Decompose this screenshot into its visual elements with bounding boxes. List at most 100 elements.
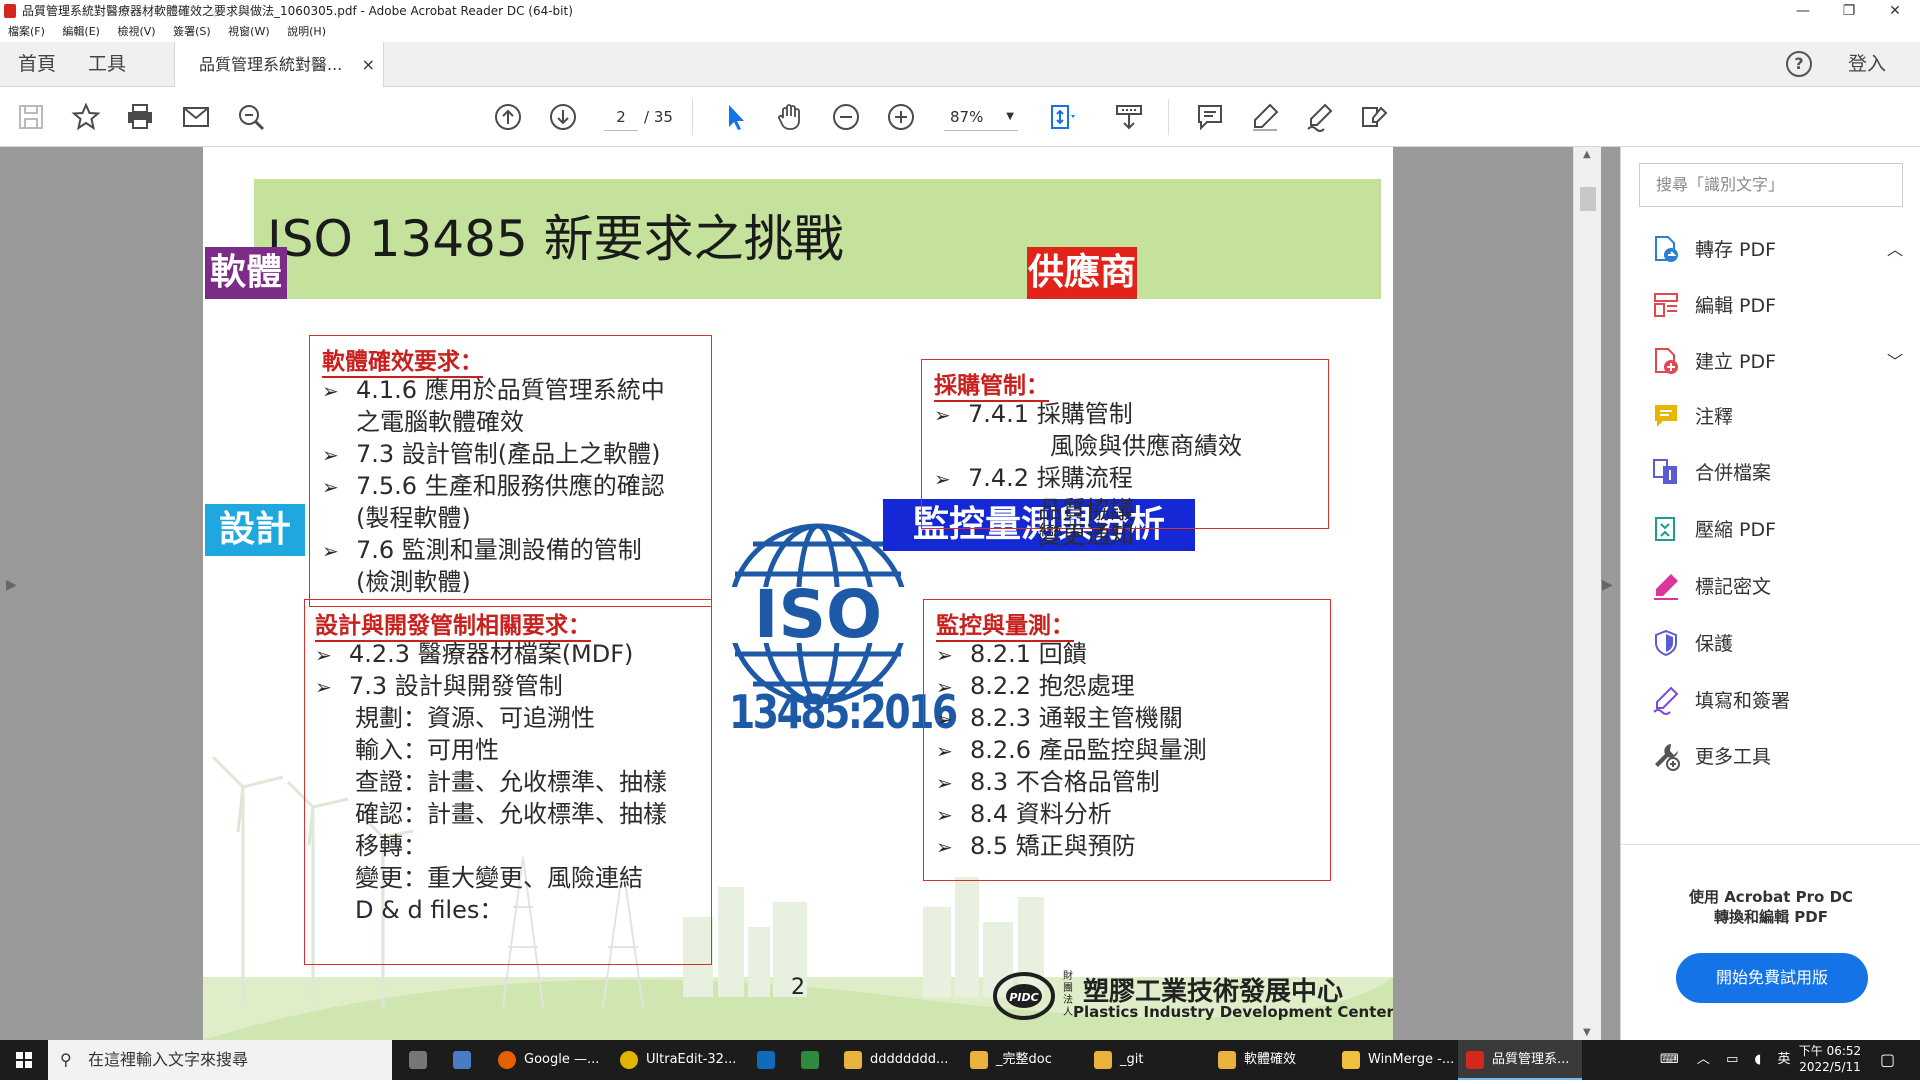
- zoom-level-select[interactable]: 87% ▼: [944, 103, 1018, 131]
- page-number-input[interactable]: 2: [604, 103, 638, 131]
- scroll-mode-icon[interactable]: [1109, 97, 1149, 137]
- taskbar-app-icon[interactable]: [444, 1040, 480, 1080]
- tool-comment[interactable]: 注釋: [1651, 397, 1911, 437]
- scroll-up-icon[interactable]: ▲: [1583, 149, 1591, 160]
- signin-link[interactable]: 登入: [1848, 42, 1886, 87]
- keyboard-icon[interactable]: ⌨: [1660, 1052, 1679, 1067]
- tool-search-input[interactable]: 搜尋「識別文字」: [1639, 163, 1903, 207]
- menu-sign[interactable]: 簽署(S): [173, 25, 211, 38]
- toolbar: 2 / 35 87% ▼: [0, 87, 1920, 147]
- tool-redact[interactable]: 標記密文: [1651, 567, 1911, 607]
- comment-icon[interactable]: [1190, 97, 1230, 137]
- tool-edit-pdf[interactable]: 編輯 PDF: [1651, 286, 1911, 326]
- taskbar-app-firefox[interactable]: Google —...: [490, 1040, 602, 1080]
- ime-indicator[interactable]: 英: [1778, 1052, 1791, 1067]
- tool-combine-files[interactable]: 合併檔案: [1651, 453, 1911, 493]
- slide-title: ISO 13485 新要求之挑戰: [267, 210, 844, 268]
- iso-logo: ISO: [723, 523, 913, 705]
- tool-more-tools[interactable]: 更多工具: [1651, 737, 1911, 777]
- list-item: ➢ 7.4.1 採購管制: [934, 398, 1133, 431]
- redact-tool-icon: [1654, 574, 1678, 600]
- collapse-right-panel-icon[interactable]: ▶: [1602, 577, 1613, 593]
- taskbar-app-folder[interactable]: dddddddd...: [836, 1040, 958, 1080]
- taskbar-app-acrobat[interactable]: 品質管理系...: [1458, 1040, 1582, 1080]
- zoom-out-icon[interactable]: [826, 97, 866, 137]
- tool-export-pdf[interactable]: 轉存 PDF ︿: [1651, 230, 1911, 270]
- arrow-bullet-icon: ➢: [936, 643, 953, 667]
- acrobat-icon: [1466, 1050, 1484, 1069]
- list-item: ➢ 7.3 設計與開發管制: [315, 670, 563, 703]
- taskbar-app-winmerge[interactable]: WinMerge -...: [1334, 1040, 1454, 1080]
- star-icon[interactable]: [66, 97, 106, 137]
- menu-window[interactable]: 視窗(W): [228, 25, 269, 38]
- windows-start-button[interactable]: [0, 1040, 48, 1080]
- tab-document[interactable]: 品質管理系統對醫... ×: [174, 42, 384, 88]
- email-icon[interactable]: [176, 97, 216, 137]
- taskbar-app-folder[interactable]: _完整doc: [962, 1040, 1082, 1080]
- vertical-scrollbar[interactable]: ▲ ▼: [1573, 147, 1601, 1040]
- list-item: ➢ 7.4.2 採購流程: [934, 462, 1133, 495]
- network-icon[interactable]: ▭: [1726, 1052, 1738, 1067]
- tab-home[interactable]: 首頁: [18, 42, 56, 87]
- taskbar-app-icon[interactable]: [792, 1040, 828, 1080]
- save-icon[interactable]: [11, 97, 51, 137]
- pdf-page: ISO 13485 新要求之挑戰 軟體 供應商 設計 監控量測與分析 軟體確效要…: [203, 147, 1393, 1040]
- taskbar-app-folder[interactable]: _git: [1086, 1040, 1206, 1080]
- taskbar-search-input[interactable]: ⚲ 在這裡輸入文字來搜尋: [48, 1040, 392, 1080]
- start-trial-button[interactable]: 開始免費試用版: [1676, 953, 1868, 1003]
- hand-tool-icon[interactable]: [770, 97, 810, 137]
- tab-document-label: 品質管理系統對醫...: [199, 55, 343, 74]
- arrow-bullet-icon: ➢: [322, 443, 339, 467]
- toolbar-divider: [1168, 99, 1169, 135]
- menu-help[interactable]: 說明(H): [287, 25, 326, 38]
- collapse-left-arrow-icon[interactable]: ▶: [6, 577, 17, 593]
- search-zoom-icon[interactable]: [231, 97, 271, 137]
- tray-expand-icon[interactable]: ︿: [1697, 1052, 1710, 1067]
- arrow-bullet-icon: ➢: [936, 707, 953, 731]
- document-viewport[interactable]: ▶ ISO 13485 新要求之挑戰 軟體 供應商 設計 監控量測與分析 軟體確…: [0, 147, 1620, 1040]
- list-item: ➢ 8.2.3 通報主管機關: [936, 702, 1183, 735]
- tool-compress-pdf[interactable]: 壓縮 PDF: [1651, 510, 1911, 550]
- chevron-down-icon: ▼: [1006, 111, 1014, 122]
- tab-bar: 首頁 工具 品質管理系統對醫... × ? 登入: [0, 42, 1920, 88]
- chevron-up-icon[interactable]: ︿: [1887, 230, 1903, 270]
- zoom-in-icon[interactable]: [881, 97, 921, 137]
- arrow-bullet-icon: ➢: [315, 643, 332, 667]
- winmerge-icon: [1342, 1050, 1360, 1069]
- redact-icon[interactable]: [1354, 97, 1394, 137]
- list-item: 查證：計畫、允收標準、抽樣: [355, 768, 667, 796]
- scroll-down-icon[interactable]: ▼: [1583, 1027, 1591, 1038]
- taskbar-app-ultraedit[interactable]: UltraEdit-32...: [612, 1040, 744, 1080]
- tool-protect[interactable]: 保護: [1651, 624, 1911, 664]
- previous-page-icon[interactable]: [488, 97, 528, 137]
- chevron-down-icon[interactable]: ﹀: [1887, 342, 1903, 382]
- fit-page-icon[interactable]: [1041, 97, 1081, 137]
- menu-view[interactable]: 檢視(V): [117, 25, 155, 38]
- menu-edit[interactable]: 編輯(E): [62, 25, 100, 38]
- sign-icon[interactable]: [1300, 97, 1340, 137]
- restore-button[interactable]: ❐: [1826, 0, 1872, 22]
- help-icon[interactable]: ?: [1786, 51, 1812, 77]
- list-item: 確認：計畫、允收標準、抽樣: [355, 800, 667, 828]
- select-cursor-icon[interactable]: [715, 97, 755, 137]
- scrollbar-thumb[interactable]: [1580, 187, 1596, 211]
- close-tab-icon[interactable]: ×: [362, 42, 375, 87]
- notification-icon[interactable]: ▢: [1880, 1050, 1895, 1069]
- minimize-button[interactable]: —: [1780, 0, 1826, 22]
- taskbar-app-folder[interactable]: 軟體確效: [1210, 1040, 1330, 1080]
- menu-file[interactable]: 檔案(F): [8, 25, 45, 38]
- list-item: (製程軟體): [356, 504, 471, 532]
- tool-fill-sign[interactable]: 填寫和簽署: [1651, 681, 1911, 721]
- close-window-button[interactable]: ✕: [1872, 0, 1918, 22]
- print-icon[interactable]: [120, 97, 160, 137]
- next-page-icon[interactable]: [543, 97, 583, 137]
- highlight-pen-icon[interactable]: [1245, 97, 1285, 137]
- taskbar-app-icon[interactable]: [748, 1040, 784, 1080]
- volume-icon[interactable]: ◖: [1755, 1052, 1762, 1067]
- taskbar-clock[interactable]: 下午 06:52 2022/5/11: [1798, 1043, 1862, 1075]
- arrow-bullet-icon: ➢: [315, 675, 332, 699]
- tab-tools[interactable]: 工具: [88, 42, 126, 87]
- arrow-bullet-icon: ➢: [936, 675, 953, 699]
- tool-create-pdf[interactable]: 建立 PDF ﹀: [1651, 342, 1911, 382]
- taskbar-app-icon[interactable]: [400, 1040, 436, 1080]
